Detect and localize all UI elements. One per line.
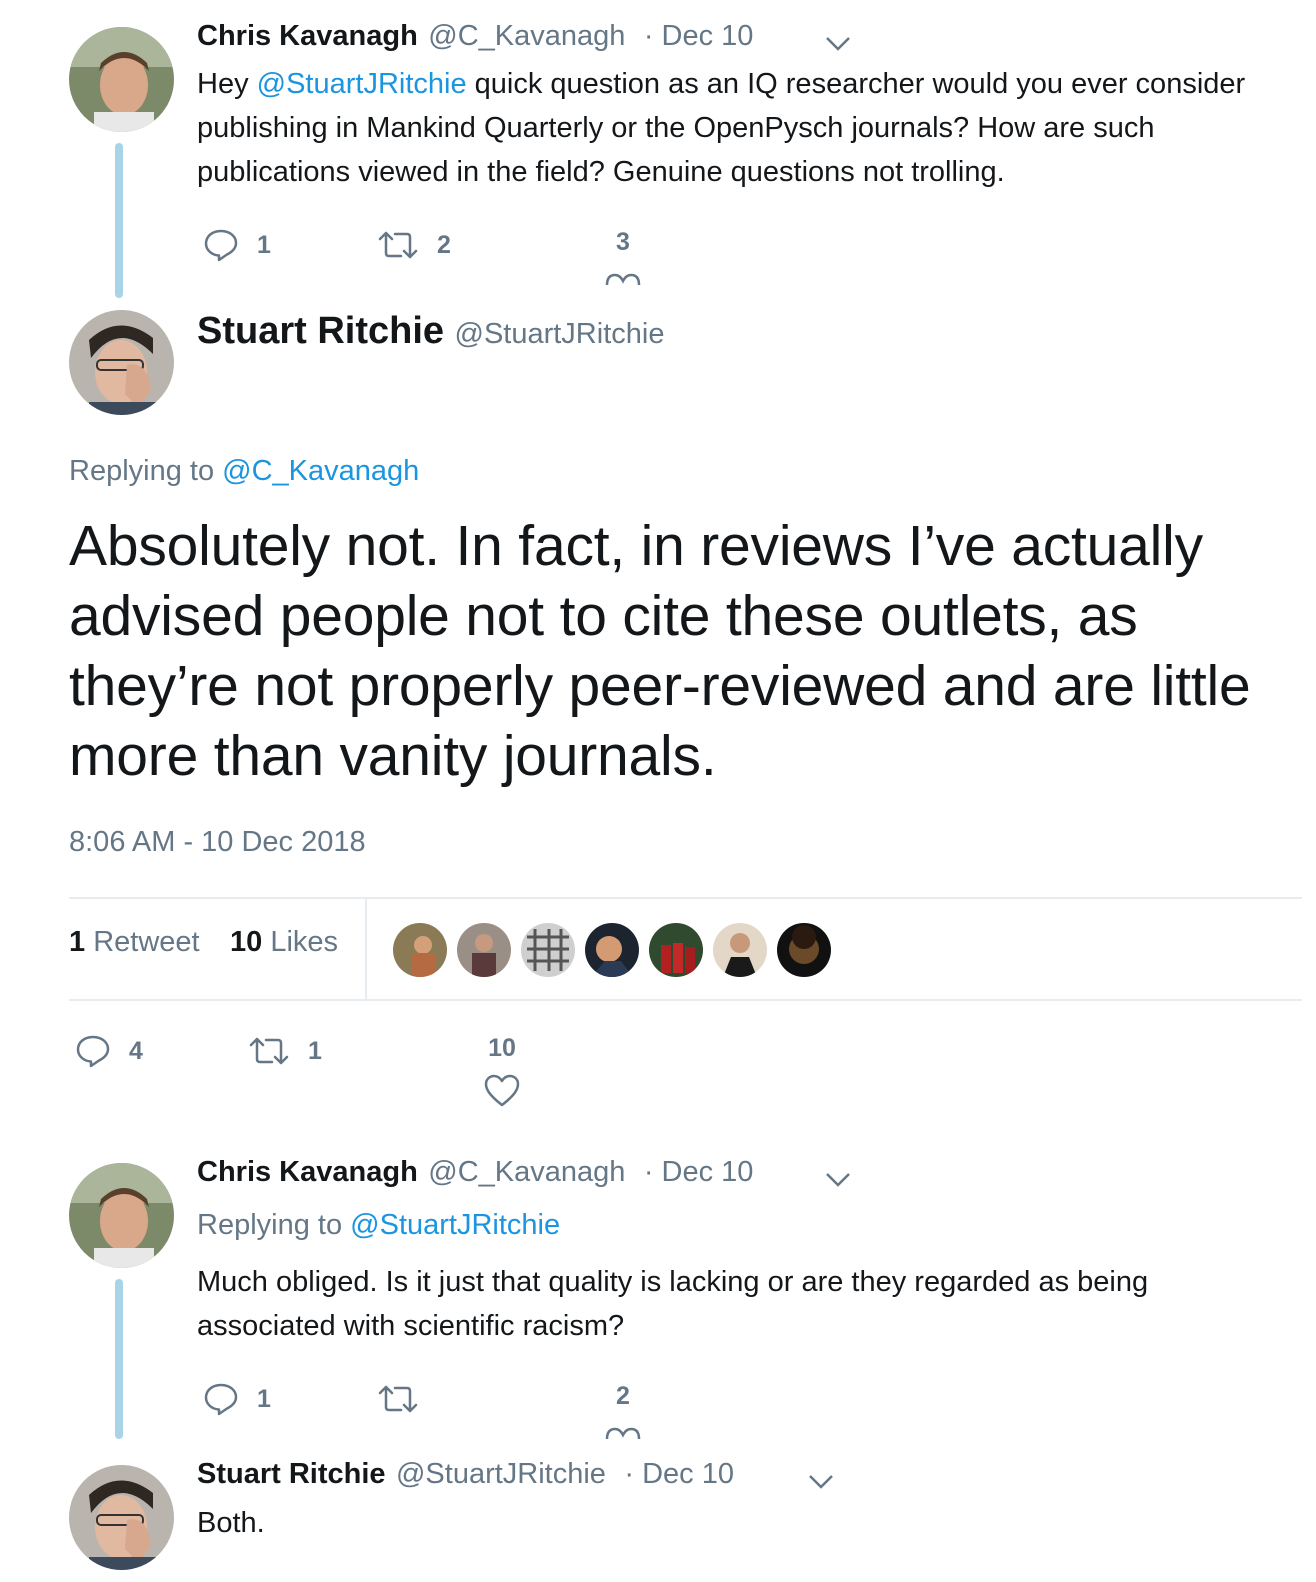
replying-to: Replying to @C_Kavanagh (69, 455, 420, 487)
reply-button[interactable]: 1 (203, 1381, 271, 1417)
replying-handle-link[interactable]: @C_Kavanagh (222, 455, 419, 487)
reply-count: 1 (257, 230, 271, 259)
main-tweet-header: Stuart Ritchie @StuartJRitchie (197, 310, 664, 353)
author-name[interactable]: Chris Kavanagh (197, 1156, 418, 1188)
like-button[interactable]: 10 (480, 1034, 524, 1114)
author-name[interactable]: Stuart Ritchie (197, 1458, 386, 1490)
reply-icon (204, 229, 238, 262)
tweet-header: Stuart Ritchie @StuartJRitchie · Dec 10 (197, 1458, 734, 1491)
thread-line (115, 1279, 123, 1439)
retweet-button[interactable]: 2 (377, 227, 451, 263)
divider (69, 897, 1302, 899)
chevron-down-icon[interactable] (823, 1164, 853, 1194)
mention-link[interactable]: @StuartJRitchie (257, 68, 467, 100)
like-button[interactable]: 3 (603, 228, 643, 292)
liker-avatar[interactable] (457, 923, 511, 977)
liker-avatar[interactable] (649, 923, 703, 977)
like-count: 2 (616, 1382, 630, 1410)
reply-count: 4 (129, 1036, 143, 1065)
likes-stat[interactable]: 10 Likes (230, 926, 338, 959)
divider (365, 897, 367, 1001)
author-handle[interactable]: @StuartJRitchie (396, 1458, 606, 1490)
retweet-button[interactable] (377, 1381, 437, 1417)
author-handle[interactable]: @StuartJRitchie (455, 318, 665, 350)
retweet-count: 1 (308, 1036, 322, 1065)
reply-icon (204, 1383, 238, 1416)
tweet-date[interactable]: · Dec 10 (644, 20, 754, 52)
replying-to: Replying to @StuartJRitchie (197, 1209, 561, 1241)
author-name[interactable]: Chris Kavanagh (197, 20, 418, 52)
reply-count: 1 (257, 1384, 271, 1413)
retweet-count: 2 (437, 230, 451, 259)
thread-line (115, 143, 123, 298)
tweet-text: Both. (197, 1507, 265, 1539)
heart-icon (484, 1074, 520, 1107)
heart-icon (605, 1427, 641, 1440)
author-handle[interactable]: @C_Kavanagh (428, 20, 625, 52)
tweet-date[interactable]: · Dec 10 (624, 1458, 734, 1490)
chevron-down-icon[interactable] (806, 1466, 836, 1496)
like-count: 3 (616, 228, 630, 256)
like-button[interactable]: 2 (603, 1382, 643, 1446)
retweet-button[interactable]: 1 (248, 1033, 322, 1069)
replying-handle-link[interactable]: @StuartJRitchie (350, 1209, 560, 1241)
liker-avatar[interactable] (521, 923, 575, 977)
tweet-date[interactable]: · Dec 10 (644, 1156, 754, 1188)
tweet-header: Chris Kavanagh @C_Kavanagh · Dec 10 (197, 1156, 753, 1189)
retweet-icon (378, 231, 418, 259)
retweet-stat[interactable]: 1 Retweet (69, 926, 200, 959)
avatar-chris-kavanagh[interactable] (69, 1163, 174, 1268)
heart-icon (605, 273, 641, 286)
divider (69, 999, 1302, 1001)
reply-button[interactable]: 1 (203, 227, 271, 263)
like-count: 10 (488, 1034, 516, 1062)
avatar-chris-kavanagh[interactable] (69, 27, 174, 132)
tweet-text: Hey @StuartJRitchie quick question as an… (197, 68, 1246, 188)
liker-avatar[interactable] (585, 923, 639, 977)
liker-avatar[interactable] (777, 923, 831, 977)
retweet-icon (249, 1037, 289, 1065)
author-name[interactable]: Stuart Ritchie (197, 310, 444, 352)
chevron-down-icon[interactable] (823, 28, 853, 58)
liker-avatar[interactable] (393, 923, 447, 977)
tweet-header: Chris Kavanagh @C_Kavanagh · Dec 10 (197, 20, 753, 53)
liker-avatar[interactable] (713, 923, 767, 977)
tweet-timestamp[interactable]: 8:06 AM - 10 Dec 2018 (69, 826, 366, 859)
avatar-stuart-ritchie[interactable] (69, 310, 174, 415)
reply-icon (76, 1035, 110, 1068)
reply-button[interactable]: 4 (75, 1033, 143, 1069)
tweet-text: Much obliged. Is it just that quality is… (197, 1266, 1149, 1342)
main-tweet-text: Absolutely not. In fact, in reviews I’ve… (69, 514, 1251, 788)
author-handle[interactable]: @C_Kavanagh (428, 1156, 625, 1188)
avatar-stuart-ritchie[interactable] (69, 1465, 174, 1570)
retweet-icon (378, 1385, 418, 1413)
